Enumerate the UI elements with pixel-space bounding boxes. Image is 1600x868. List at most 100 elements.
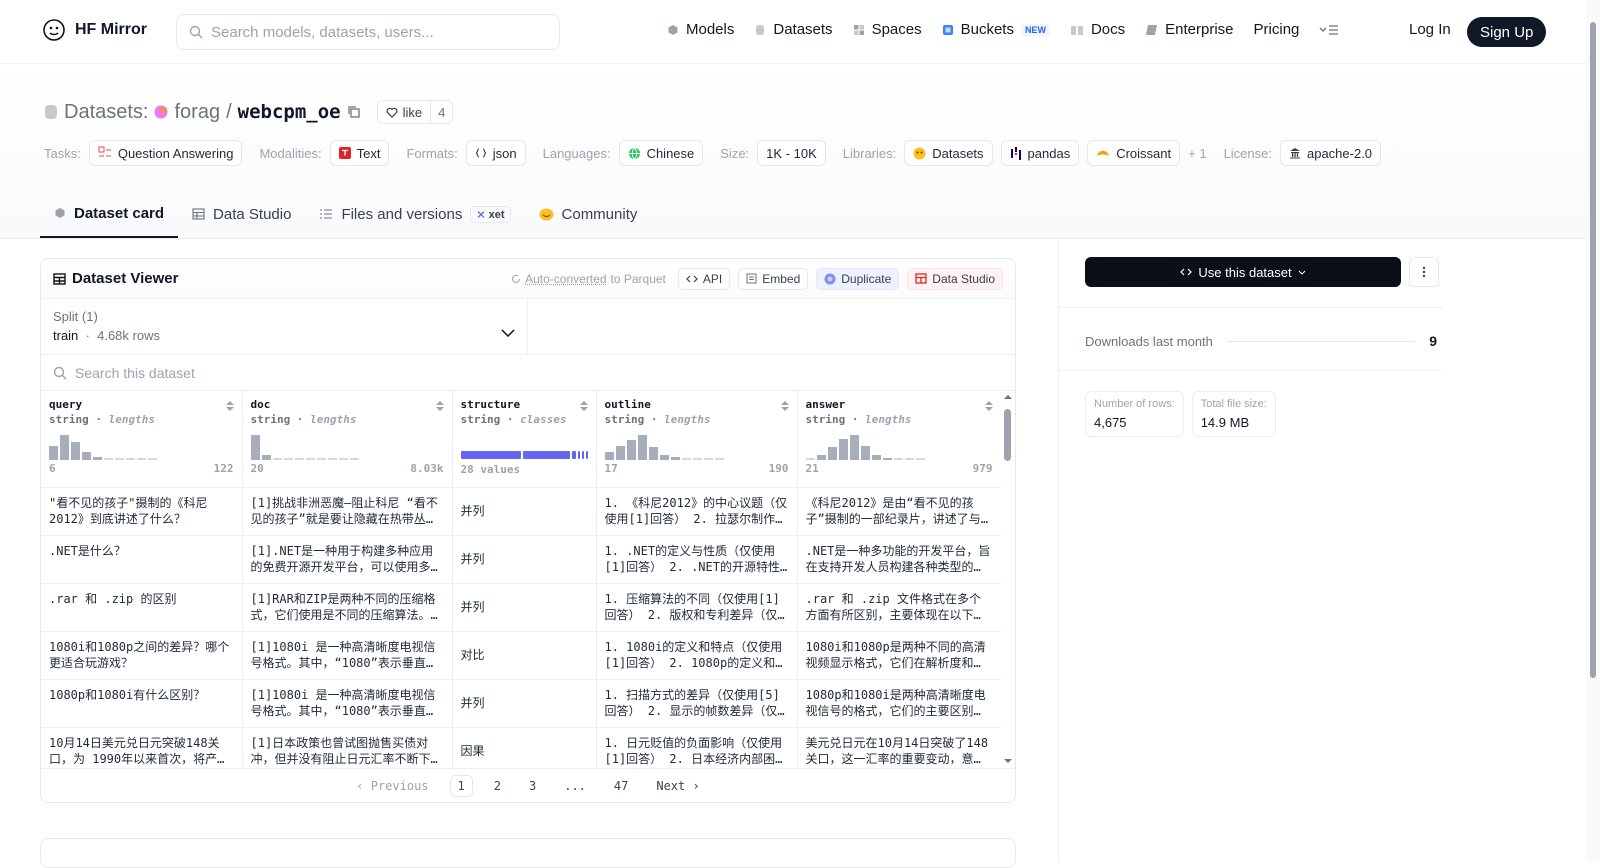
histogram-bar[interactable]: [894, 458, 903, 460]
table-row[interactable]: "看不见的孩子"摄制的《科尼2012》到底讲述了什么？ [1]挑战非洲恶魔—阻止科…: [41, 487, 1001, 535]
histogram-bar[interactable]: [273, 458, 282, 460]
table-cell[interactable]: .NET是什么？: [41, 535, 242, 583]
page-1[interactable]: 1: [450, 775, 473, 797]
more-libraries[interactable]: + 1: [1188, 146, 1206, 161]
duplicate-button[interactable]: Duplicate: [816, 268, 899, 290]
histogram-bar[interactable]: [715, 458, 724, 460]
tab-dataset-card[interactable]: Dataset card: [40, 190, 178, 238]
length-histogram[interactable]: [251, 434, 444, 460]
prev-page-button[interactable]: ‹ Previous: [349, 776, 435, 796]
nav-datasets[interactable]: Datasets: [754, 21, 832, 38]
column-header[interactable]: answer string · lengths 21 979: [797, 391, 1001, 487]
table-cell[interactable]: [1]1080i 是一种高清晰度电视信号格式。其中，“1080”表示垂直方向…: [242, 631, 452, 679]
histogram-bar[interactable]: [850, 435, 859, 460]
api-button[interactable]: API: [678, 268, 730, 290]
split-selector[interactable]: Split (1) train · 4.68k rows: [41, 299, 528, 354]
class-bar[interactable]: [582, 451, 584, 459]
column-header[interactable]: doc string · lengths 20 8.03k: [242, 391, 452, 487]
histogram-bar[interactable]: [350, 458, 359, 460]
table-cell[interactable]: "看不见的孩子"摄制的《科尼2012》到底讲述了什么？: [41, 487, 242, 535]
column-header[interactable]: query string · lengths 6 122: [41, 391, 242, 487]
page-3[interactable]: 3: [522, 776, 543, 796]
table-scrollbar[interactable]: [1001, 391, 1015, 769]
table-cell[interactable]: 1. 扫描方式的差异（仅使用[5]回答） 2. 显示的帧数差异（仅使…: [596, 679, 797, 727]
global-search-input[interactable]: [211, 24, 541, 41]
table-cell[interactable]: 1. 《科尼2012》的中心议题（仅使用[1]回答） 2. 拉瑟尔制作…: [596, 487, 797, 535]
nav-more[interactable]: [1319, 24, 1339, 36]
histogram-bar[interactable]: [905, 458, 914, 460]
histogram-bar[interactable]: [649, 447, 658, 460]
table-row[interactable]: 1080p和1080i有什么区别？ [1]1080i 是一种高清晰度电视信号格式。…: [41, 679, 1001, 727]
histogram-bar[interactable]: [861, 446, 870, 460]
page-47[interactable]: 47: [607, 776, 635, 796]
nav-spaces[interactable]: Spaces: [853, 21, 922, 38]
table-cell[interactable]: .rar 和 .zip 的区别: [41, 583, 242, 631]
table-cell[interactable]: 10月14日美元兑日元突破148关口，为 1990年以来首次，将产生…: [41, 727, 242, 769]
nav-buckets[interactable]: Buckets NEW: [942, 21, 1050, 38]
table-cell[interactable]: [1]1080i 是一种高清晰度电视信号格式。其中，“1080”表示垂直方向…: [242, 679, 452, 727]
tag-modality[interactable]: Text: [330, 140, 390, 166]
histogram-bar[interactable]: [49, 446, 58, 460]
histogram-bar[interactable]: [638, 435, 647, 460]
histogram-bar[interactable]: [693, 458, 702, 460]
tag-format[interactable]: json: [466, 140, 526, 166]
histogram-bar[interactable]: [104, 458, 113, 460]
length-histogram[interactable]: [49, 434, 234, 460]
histogram-bar[interactable]: [682, 458, 691, 460]
table-row[interactable]: .NET是什么？ [1].NET是一种用于构建多种应用的免费开源开发平台，可以使用…: [41, 535, 1001, 583]
page-scrollbar-thumb[interactable]: [1590, 22, 1596, 678]
histogram-bar[interactable]: [82, 452, 91, 460]
tag-task[interactable]: Question Answering: [89, 140, 243, 166]
histogram-bar[interactable]: [839, 439, 848, 460]
histogram-bar[interactable]: [660, 455, 669, 460]
table-cell[interactable]: 因果: [452, 727, 596, 769]
table-cell[interactable]: .NET是一种多功能的开发平台，旨在支持开发人员构建各种类型的应…: [797, 535, 1001, 583]
histogram-bar[interactable]: [616, 446, 625, 460]
histogram-bar[interactable]: [284, 458, 293, 460]
histogram-bar[interactable]: [806, 458, 815, 460]
histogram-bar[interactable]: [262, 455, 271, 460]
table-cell[interactable]: 1080p和1080i有什么区别？: [41, 679, 242, 727]
table-row[interactable]: 1080i和1080p之间的差异？哪个更适合玩游戏？ [1]1080i 是一种高清…: [41, 631, 1001, 679]
table-row[interactable]: .rar 和 .zip 的区别 [1]RAR和ZIP是两种不同的压缩格式，它们使用…: [41, 583, 1001, 631]
table-cell[interactable]: 1. 日元贬值的负面影响（仅使用[1]回答） 2. 日本经济内部困…: [596, 727, 797, 769]
histogram-bar[interactable]: [627, 440, 636, 460]
login-link[interactable]: Log In: [1409, 21, 1451, 38]
page-scrollbar[interactable]: [1586, 0, 1600, 861]
table-cell[interactable]: 对比: [452, 631, 596, 679]
histogram-bar[interactable]: [137, 458, 146, 460]
sort-icon[interactable]: [780, 400, 790, 412]
histogram-bar[interactable]: [872, 455, 881, 460]
table-cell[interactable]: 1080i和1080p之间的差异？哪个更适合玩游戏？: [41, 631, 242, 679]
signup-button[interactable]: Sign Up: [1467, 17, 1546, 47]
auto-converted-link[interactable]: Auto-converted: [525, 272, 606, 286]
table-cell[interactable]: [1].NET是一种用于构建多种应用的免费开源开发平台，可以使用多种…: [242, 535, 452, 583]
table-cell[interactable]: 1080p和1080i是两种高清晰度电视信号的格式，它们的主要区别包…: [797, 679, 1001, 727]
next-page-button[interactable]: Next ›: [649, 776, 706, 796]
tab-community[interactable]: Community: [525, 190, 652, 238]
table-cell[interactable]: .rar 和 .zip 文件格式在多个方面有所区别，主要体现在以下几…: [797, 583, 1001, 631]
brand-logo[interactable]: HF Mirror: [42, 18, 147, 42]
sort-icon[interactable]: [435, 400, 445, 412]
like-button[interactable]: like 4: [377, 100, 454, 124]
histogram-bar[interactable]: [328, 458, 337, 460]
class-bar[interactable]: [586, 451, 588, 459]
class-distribution[interactable]: [461, 451, 588, 459]
embed-button[interactable]: Embed: [738, 268, 808, 290]
class-bar[interactable]: [461, 451, 521, 459]
copy-icon[interactable]: [347, 105, 361, 119]
tag-lib-pandas[interactable]: pandas: [1001, 140, 1080, 166]
column-header[interactable]: outline string · lengths 17 190: [596, 391, 797, 487]
histogram-bar[interactable]: [339, 458, 348, 460]
histogram-bar[interactable]: [605, 452, 614, 460]
use-dataset-button[interactable]: Use this dataset: [1085, 257, 1401, 287]
class-bar[interactable]: [523, 451, 570, 459]
length-histogram[interactable]: [605, 434, 789, 460]
histogram-bar[interactable]: [71, 442, 80, 460]
sort-icon[interactable]: [225, 400, 235, 412]
table-cell[interactable]: 1. 压缩算法的不同（仅使用[1]回答） 2. 版权和专利差异（仅使…: [596, 583, 797, 631]
histogram-bar[interactable]: [828, 447, 837, 460]
table-cell[interactable]: 并列: [452, 487, 596, 535]
data-studio-button[interactable]: Data Studio: [907, 268, 1003, 290]
histogram-bar[interactable]: [317, 458, 326, 460]
